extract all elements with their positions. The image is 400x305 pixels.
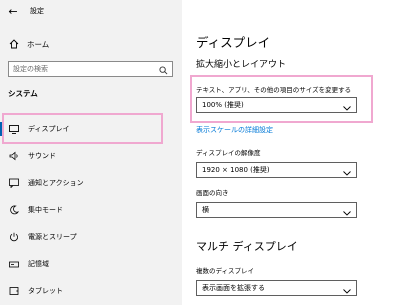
search-icon[interactable] — [159, 60, 168, 79]
tablet-icon — [8, 286, 20, 296]
notification-icon — [8, 178, 20, 188]
chevron-down-icon — [343, 201, 351, 220]
resolution-label: ディスプレイの解像度 — [196, 149, 261, 157]
chevron-down-icon — [343, 279, 351, 298]
orientation-dropdown[interactable]: 横 — [196, 202, 357, 218]
home-icon — [8, 39, 20, 49]
search-placeholder: 設定の検索 — [13, 65, 48, 73]
resolution-dropdown[interactable]: 1920 × 1080 (推奨) — [196, 162, 357, 178]
section-title-multi-display: マルチ ディスプレイ — [196, 240, 298, 253]
scale-label: テキスト、アプリ、その他の項目のサイズを変更する — [196, 86, 352, 94]
orientation-label: 画面の向き — [196, 189, 229, 197]
moon-icon — [8, 205, 20, 215]
sidebar-item-notifications[interactable]: 通知とアクション — [0, 172, 182, 194]
speaker-icon — [8, 151, 20, 161]
sidebar-item-power[interactable]: 電源とスリープ — [0, 226, 182, 248]
chevron-down-icon — [343, 96, 351, 115]
storage-icon — [8, 260, 20, 269]
sidebar: ← 設定 ホーム 設定の検索 システム ディスプレイ サウンド 通知とアクション — [0, 0, 182, 305]
sidebar-item-label: 電源とスリープ — [28, 233, 77, 241]
sidebar-item-focus[interactable]: 集中モード — [0, 199, 182, 221]
section-title-scale: 拡大縮小とレイアウト — [196, 60, 287, 70]
sidebar-item-sound[interactable]: サウンド — [0, 145, 182, 167]
page-title: ディスプレイ — [196, 35, 271, 50]
sidebar-item-label: 通知とアクション — [28, 179, 84, 187]
multi-display-value: 表示画面を拡張する — [202, 284, 265, 292]
app-title: 設定 — [30, 7, 44, 15]
home-label: ホーム — [27, 39, 50, 49]
section-title-system: システム — [8, 89, 38, 98]
sidebar-item-label: 記憶域 — [28, 260, 49, 268]
advanced-scaling-link[interactable]: 表示スケールの詳細設定 — [196, 125, 273, 135]
multi-display-label: 複数のディスプレイ — [196, 267, 255, 275]
highlight-box-display — [2, 113, 163, 144]
content-pane: ディスプレイ 拡大縮小とレイアウト テキスト、アプリ、その他の項目のサイズを変更… — [182, 0, 400, 305]
power-icon — [8, 232, 20, 242]
sidebar-item-storage[interactable]: 記憶域 — [0, 253, 182, 275]
sidebar-item-tablet[interactable]: タブレット — [0, 280, 182, 302]
home-link[interactable]: ホーム — [0, 34, 182, 54]
search-input[interactable]: 設定の検索 — [8, 61, 173, 77]
sidebar-item-label: タブレット — [28, 287, 63, 295]
back-arrow-icon[interactable]: ← — [2, 5, 24, 18]
sidebar-item-label: 集中モード — [28, 206, 63, 214]
title-bar: ← 設定 — [0, 0, 182, 22]
sidebar-item-label: サウンド — [28, 152, 56, 160]
multi-display-dropdown[interactable]: 表示画面を拡張する — [196, 280, 357, 296]
orientation-value: 横 — [202, 206, 209, 214]
scale-dropdown[interactable]: 100% (推奨) — [196, 97, 357, 113]
resolution-value: 1920 × 1080 (推奨) — [202, 166, 270, 174]
chevron-down-icon — [343, 161, 351, 180]
scale-value: 100% (推奨) — [202, 101, 244, 109]
